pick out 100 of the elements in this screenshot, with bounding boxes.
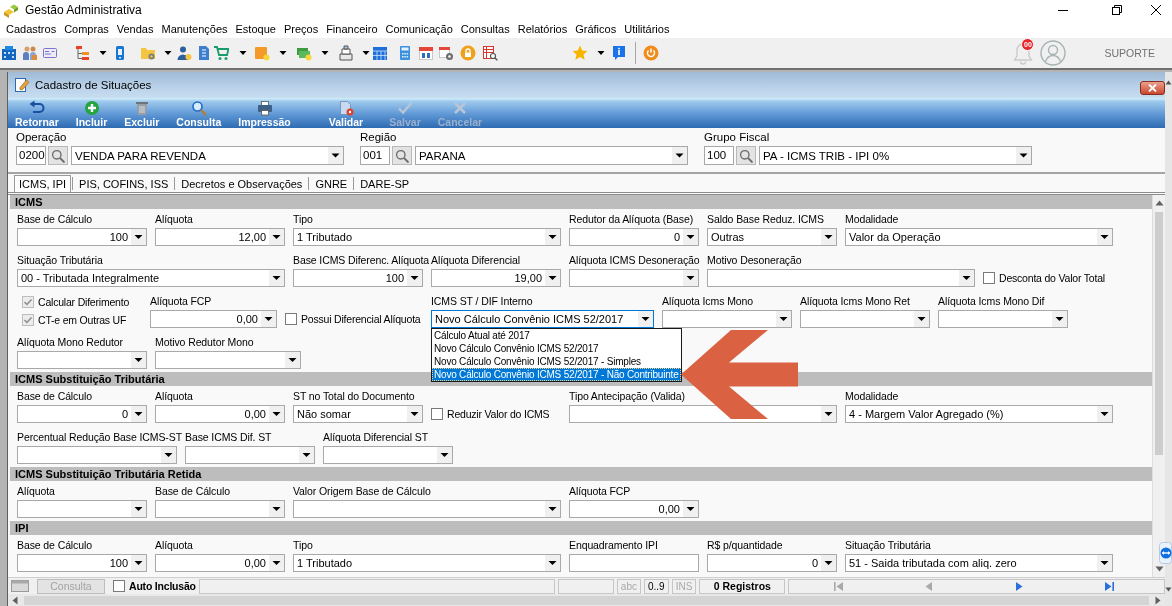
caret-down-icon[interactable] [914, 311, 929, 327]
dropdown-field[interactable]: 51 - Saida tributada com aliq. zero [845, 554, 1113, 572]
caret-down-icon[interactable] [821, 406, 836, 422]
search-button[interactable] [736, 146, 756, 165]
menu-item[interactable]: Manutenções [157, 21, 232, 37]
menu-item[interactable]: Financeiro [322, 21, 382, 37]
caret-down-icon[interactable] [672, 147, 687, 164]
dropdown-field[interactable]: 1 Tributado [293, 554, 561, 572]
caret-down-icon[interactable] [683, 229, 698, 245]
calendar-grid-icon[interactable] [372, 45, 388, 61]
caret-up-icon[interactable] [1165, 80, 1172, 85]
close-icon[interactable] [1151, 5, 1161, 15]
toolbar-button[interactable]: Incluir [75, 100, 108, 128]
next-icon[interactable] [1014, 581, 1025, 591]
dropdown-field[interactable] [155, 500, 285, 518]
support-link[interactable]: SUPORTE [1104, 47, 1155, 59]
caret-down-icon[interactable] [821, 555, 836, 571]
menu-item[interactable]: Cadastros [2, 21, 61, 37]
cart-icon[interactable] [213, 45, 229, 61]
menu-item[interactable]: Gráficos [571, 21, 621, 37]
menu-item[interactable]: Vendas [112, 21, 158, 37]
dropdown-field[interactable] [938, 310, 1068, 328]
code-field[interactable]: 0200 [16, 146, 46, 165]
org-chart-icon[interactable] [74, 45, 90, 61]
toolbar-button[interactable]: Consulta [176, 100, 222, 128]
vertical-scrollbar[interactable] [1152, 195, 1165, 577]
dropdown-field[interactable] [155, 351, 301, 369]
menu-item[interactable]: Estoque [231, 21, 280, 37]
caret-down-icon[interactable] [683, 270, 698, 286]
caret-down-icon[interactable] [299, 447, 314, 463]
toolbar-button[interactable]: Impressão [238, 100, 291, 128]
caret-down-icon[interactable] [269, 229, 284, 245]
caret-down-icon[interactable] [683, 501, 698, 517]
caret-right-icon[interactable] [1155, 595, 1161, 605]
dropdown-field[interactable] [17, 500, 147, 518]
tab[interactable]: PIS, COFINS, ISS [74, 175, 174, 192]
calculator-icon[interactable] [397, 45, 413, 61]
calendar-gear-icon[interactable] [438, 45, 454, 61]
person-coin-icon[interactable] [176, 45, 192, 61]
people-icon[interactable] [22, 45, 38, 61]
dropdown-field[interactable] [662, 310, 792, 328]
dropdown-field[interactable] [323, 446, 453, 464]
caret-down-icon[interactable] [269, 406, 284, 422]
dropdown-option[interactable]: Novo Cálculo Convênio ICMS 52/2017 - Não Contribuinte [432, 368, 681, 381]
caret-down-icon[interactable] [131, 555, 146, 571]
caret-down-icon[interactable] [261, 311, 276, 327]
caret-left-icon[interactable] [12, 595, 18, 605]
menu-item[interactable]: Preços [279, 21, 323, 37]
dropdown-field[interactable] [707, 269, 975, 287]
caret-down-icon[interactable] [545, 555, 560, 571]
caret-down-icon[interactable] [269, 555, 284, 571]
caret-down-icon[interactable] [1165, 587, 1172, 592]
scroll-thumb[interactable] [1155, 212, 1163, 455]
document-icon[interactable] [196, 45, 212, 61]
tab[interactable]: ICMS, IPI [14, 175, 72, 192]
search-button[interactable] [392, 146, 412, 165]
menu-item[interactable]: Relatórios [513, 21, 572, 37]
input-field[interactable] [569, 554, 699, 572]
caret-down-icon[interactable] [1097, 406, 1112, 422]
dropdown-field[interactable] [293, 500, 561, 518]
dropdown-field[interactable]: 0 [569, 228, 699, 246]
last-page-icon[interactable] [1104, 581, 1115, 591]
menu-item[interactable]: Comunicação [381, 21, 457, 37]
folder-gear-icon[interactable] [140, 45, 156, 61]
caret-down-icon[interactable] [545, 270, 560, 286]
caret-down-icon[interactable] [776, 311, 791, 327]
checkbox[interactable] [113, 580, 125, 592]
id-card-icon[interactable] [42, 45, 58, 61]
dropdown-field[interactable]: PARANA [415, 146, 688, 165]
caret-up-icon[interactable] [1154, 200, 1164, 206]
caret-down-icon[interactable] [407, 406, 422, 422]
caret-down-icon[interactable] [545, 229, 560, 245]
dropdown-field[interactable] [185, 446, 315, 464]
caret-down-icon[interactable] [821, 229, 836, 245]
dropdown-field[interactable]: 0 [707, 554, 837, 572]
caret-down-icon[interactable] [131, 229, 146, 245]
caret-down-icon[interactable] [131, 501, 146, 517]
toolbar-button[interactable]: Retornar [15, 100, 59, 128]
caret-down-icon[interactable] [269, 501, 284, 517]
search-button[interactable] [48, 146, 68, 165]
star-icon[interactable] [572, 45, 588, 61]
menu-item[interactable]: Consultas [456, 21, 514, 37]
building-icon[interactable] [1, 45, 17, 61]
caret-down-icon[interactable] [638, 311, 653, 327]
menu-item[interactable]: Utilitários [620, 21, 674, 37]
caret-down-icon[interactable] [1016, 147, 1031, 164]
restore-icon[interactable] [1112, 5, 1122, 15]
code-field[interactable]: 100 [704, 146, 734, 165]
caret-down-icon[interactable] [407, 270, 422, 286]
close-button[interactable] [1140, 80, 1165, 95]
dropdown-field[interactable]: 0,00 [155, 405, 285, 423]
dropdown-field[interactable]: 100 [17, 228, 147, 246]
dropdown-field[interactable] [17, 351, 147, 369]
toolbar-button[interactable]: Validar [328, 100, 364, 128]
caret-down-icon[interactable] [545, 501, 560, 517]
bell-icon[interactable] [1012, 41, 1035, 65]
dropdown-field[interactable]: PA - ICMS TRIB - IPI 0% [759, 146, 1032, 165]
dropdown-field[interactable] [569, 269, 699, 287]
dropdown-field[interactable]: 100 [293, 269, 423, 287]
checkbox[interactable] [431, 408, 443, 420]
